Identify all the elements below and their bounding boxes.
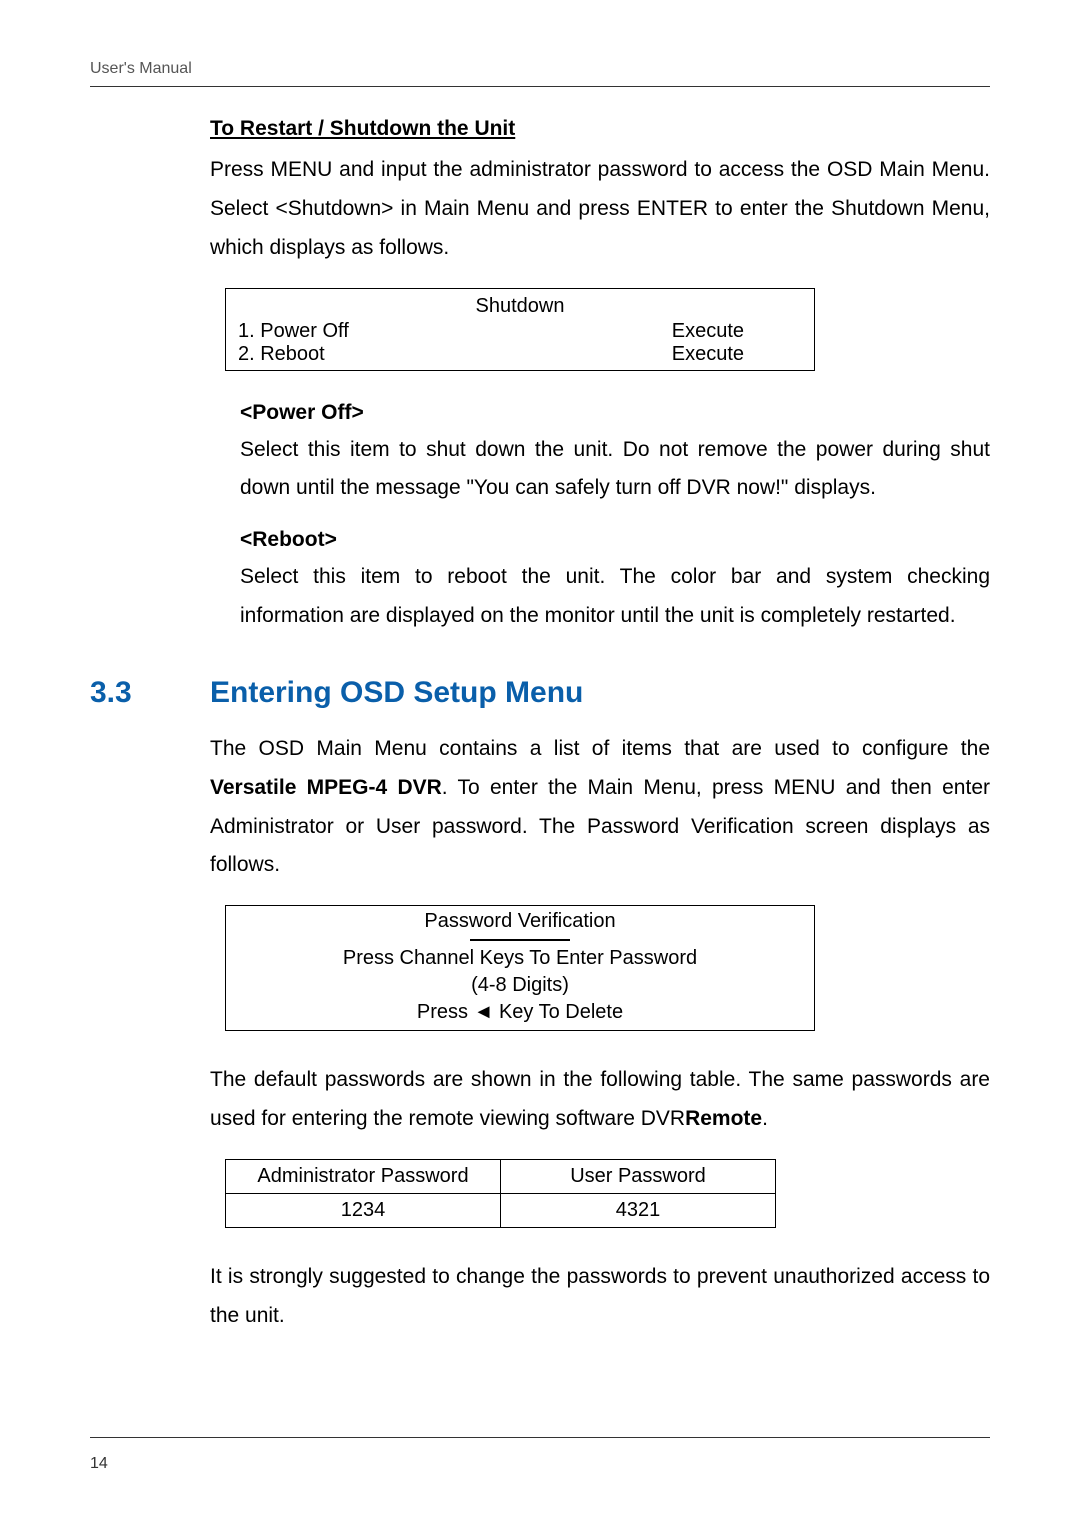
osd-content: The OSD Main Menu contains a list of ite… xyxy=(210,730,990,1336)
pw-table-cell1: 1234 xyxy=(226,1193,501,1227)
osd-para1-pre: The OSD Main Menu contains a list of ite… xyxy=(210,737,990,760)
osd-para1: The OSD Main Menu contains a list of ite… xyxy=(210,730,990,885)
poweroff-heading: <Power Off> xyxy=(240,401,990,425)
restart-heading: To Restart / Shutdown the Unit xyxy=(210,117,990,141)
password-verification-box: Password Verification Press Channel Keys… xyxy=(225,905,815,1031)
osd-section-header: 3.3 Entering OSD Setup Menu xyxy=(90,676,990,710)
page-number: 14 xyxy=(90,1455,108,1473)
shutdown-row2-right: Execute xyxy=(672,343,744,366)
pw-verif-line2: (4-8 Digits) xyxy=(226,972,814,999)
pw-verif-line3: Press ◄ Key To Delete xyxy=(226,999,814,1026)
section-number: 3.3 xyxy=(90,676,132,709)
header-label: User's Manual xyxy=(90,60,990,78)
poweroff-section: <Power Off> Select this item to shut dow… xyxy=(240,401,990,509)
table-row: 1234 4321 xyxy=(226,1193,776,1227)
footer-divider xyxy=(90,1437,990,1438)
default-pw-post: . xyxy=(762,1107,768,1130)
password-table: Administrator Password User Password 123… xyxy=(225,1159,776,1228)
pw-verif-line1: Press Channel Keys To Enter Password xyxy=(226,945,814,972)
reboot-section: <Reboot> Select this item to reboot the … xyxy=(240,528,990,636)
shutdown-row1-right: Execute xyxy=(672,320,744,343)
reboot-heading: <Reboot> xyxy=(240,528,990,552)
shutdown-menu-box: Shutdown 1. Power Off Execute 2. Reboot … xyxy=(225,288,815,371)
table-row: Administrator Password User Password xyxy=(226,1159,776,1193)
content-area: To Restart / Shutdown the Unit Press MEN… xyxy=(210,117,990,636)
shutdown-row-1: 1. Power Off Execute xyxy=(236,320,804,343)
reboot-text: Select this item to reboot the unit. The… xyxy=(240,558,990,636)
default-pw-para: The default passwords are shown in the f… xyxy=(210,1061,990,1139)
poweroff-text: Select this item to shut down the unit. … xyxy=(240,431,990,509)
shutdown-row-2: 2. Reboot Execute xyxy=(236,343,804,366)
pw-table-header1: Administrator Password xyxy=(226,1159,501,1193)
pw-table-header2: User Password xyxy=(501,1159,776,1193)
pw-underline xyxy=(470,939,570,941)
shutdown-title: Shutdown xyxy=(236,293,804,320)
default-pw-bold: Remote xyxy=(685,1107,762,1130)
restart-paragraph: Press MENU and input the administrator p… xyxy=(210,151,990,268)
default-pw-pre: The default passwords are shown in the f… xyxy=(210,1068,990,1130)
osd-para1-bold: Versatile MPEG-4 DVR xyxy=(210,776,442,799)
pw-table-cell2: 4321 xyxy=(501,1193,776,1227)
pw-verif-title: Password Verification xyxy=(226,910,814,939)
shutdown-row1-left: 1. Power Off xyxy=(238,320,349,343)
section-title: Entering OSD Setup Menu xyxy=(210,676,583,710)
header-divider xyxy=(90,86,990,87)
shutdown-row2-left: 2. Reboot xyxy=(238,343,325,366)
closing-para: It is strongly suggested to change the p… xyxy=(210,1258,990,1336)
